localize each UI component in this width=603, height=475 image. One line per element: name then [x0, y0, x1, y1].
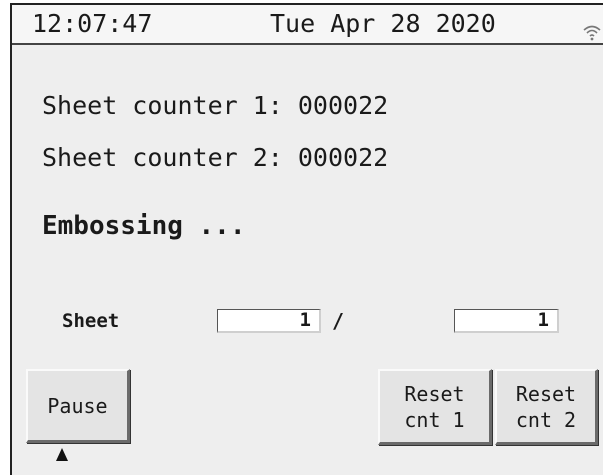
total-sheets-field[interactable]: 1 — [454, 309, 559, 333]
reset-counter-2-label-line1: Reset — [515, 381, 577, 406]
status-bar: 12:07:47 Tue Apr 28 2020 — [12, 5, 603, 45]
wifi-icon — [582, 18, 602, 47]
current-sheet-field[interactable]: 1 — [217, 309, 321, 333]
sheet-counter-1: Sheet counter 1: 000022 — [42, 91, 389, 120]
reset-counter-2-label-line2: cnt 2 — [515, 407, 577, 432]
reset-counter-2-button[interactable]: Reset cnt 2 — [495, 369, 598, 445]
clock-time: 12:07:47 — [32, 9, 153, 38]
pause-button[interactable]: Pause — [26, 369, 130, 443]
reset-counter-1-label-line2: cnt 1 — [404, 407, 465, 432]
mouse-pointer-icon — [55, 446, 69, 465]
status-message: Embossing ... — [42, 211, 246, 241]
reset-counter-1-button[interactable]: Reset cnt 1 — [378, 369, 492, 445]
embosser-screen: 12:07:47 Tue Apr 28 2020 Sheet counter 1… — [10, 3, 603, 475]
sheet-label: Sheet — [62, 310, 120, 332]
sheet-separator: / — [332, 309, 345, 333]
clock-date: Tue Apr 28 2020 — [270, 9, 496, 38]
reset-counter-1-label-line1: Reset — [404, 381, 465, 406]
pause-button-label: Pause — [47, 393, 108, 418]
sheet-counter-2: Sheet counter 2: 000022 — [42, 143, 389, 172]
